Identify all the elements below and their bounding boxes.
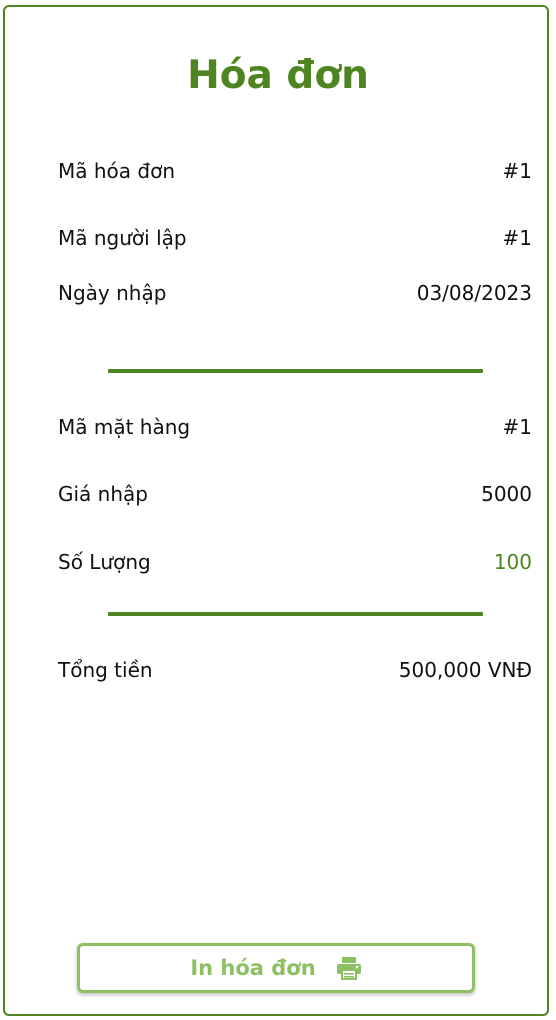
total-row: Tổng tiền 500,000 VNĐ	[58, 655, 532, 685]
print-button-label: In hóa đơn	[190, 956, 316, 980]
quantity-value: 100	[493, 550, 532, 574]
invoice-id-label: Mã hóa đơn	[58, 159, 176, 183]
section-divider	[108, 612, 483, 616]
import-date-row: Ngày nhập 03/08/2023	[58, 278, 532, 308]
creator-id-label: Mã người lập	[58, 226, 187, 250]
section-divider	[108, 369, 483, 373]
import-date-value: 03/08/2023	[416, 281, 532, 305]
total-label: Tổng tiền	[58, 658, 153, 682]
creator-id-value: #1	[502, 226, 532, 250]
total-value: 500,000 VNĐ	[398, 658, 532, 682]
price-row: Giá nhập 5000	[58, 479, 532, 509]
quantity-label: Số Lượng	[58, 550, 151, 574]
creator-id-row: Mã người lập #1	[58, 223, 532, 253]
item-id-label: Mã mặt hàng	[58, 415, 191, 439]
price-label: Giá nhập	[58, 482, 148, 506]
print-invoice-button[interactable]: In hóa đơn	[77, 943, 475, 993]
item-id-row: Mã mặt hàng #1	[58, 412, 532, 442]
printer-icon	[336, 956, 362, 980]
invoice-id-row: Mã hóa đơn #1	[58, 156, 532, 186]
item-id-value: #1	[502, 415, 532, 439]
page-title: Hóa đơn	[187, 53, 369, 98]
quantity-row: Số Lượng 100	[58, 547, 532, 577]
import-date-label: Ngày nhập	[58, 281, 167, 305]
price-value: 5000	[481, 482, 532, 506]
invoice-id-value: #1	[502, 159, 532, 183]
